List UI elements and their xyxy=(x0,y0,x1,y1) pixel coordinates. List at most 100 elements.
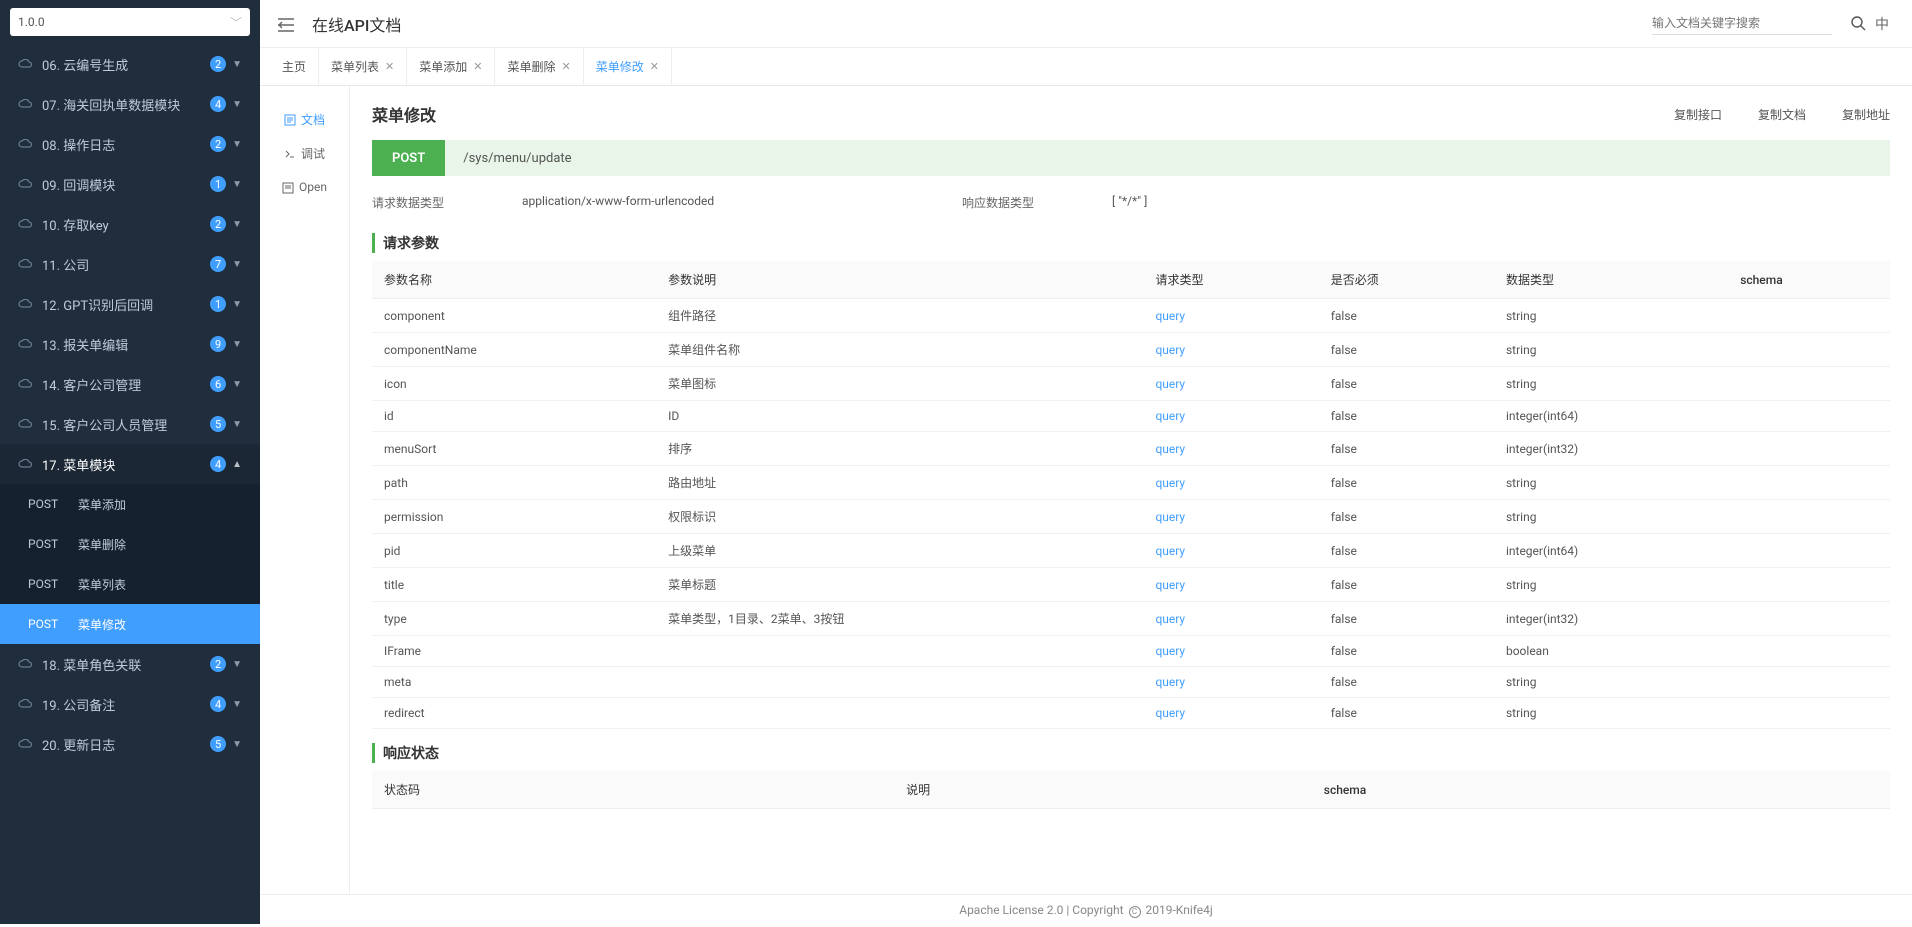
count-badge: 2 xyxy=(210,56,226,72)
count-badge: 1 xyxy=(210,176,226,192)
table-row: menuSort排序queryfalseinteger(int32) xyxy=(372,432,1890,466)
tab-label: 菜单删除 xyxy=(507,58,555,75)
nav-label: Open xyxy=(299,180,327,194)
close-icon[interactable]: ✕ xyxy=(473,60,482,73)
sidebar-sub-item[interactable]: POST菜单列表 xyxy=(0,564,260,604)
sidebar-item[interactable]: 10. 存取key2▼ xyxy=(0,204,260,244)
sidebar-item-label: 17. 菜单模块 xyxy=(42,455,210,474)
param-required: false xyxy=(1319,299,1494,333)
sidebar-item-label: 15. 客户公司人员管理 xyxy=(42,415,210,434)
copy-doc-button[interactable]: 复制文档 xyxy=(1758,106,1806,123)
sidebar-item[interactable]: 15. 客户公司人员管理5 ▼ xyxy=(0,404,260,444)
table-row: metaqueryfalsestring xyxy=(372,667,1890,698)
menu-collapse-icon[interactable] xyxy=(278,14,294,33)
sidebar-item-label: 18. 菜单角色关联 xyxy=(42,655,210,674)
language-button[interactable]: 中 xyxy=(1870,14,1894,34)
param-schema xyxy=(1728,636,1890,667)
doc-nav-item[interactable]: 文档 xyxy=(260,102,349,136)
sidebar-item[interactable]: 13. 报关单编辑9▼ xyxy=(0,324,260,364)
doc-nav-item[interactable]: Open xyxy=(260,170,349,204)
param-datatype: string xyxy=(1494,500,1728,534)
http-method-label: POST xyxy=(28,577,78,591)
param-reqtype: query xyxy=(1143,667,1318,698)
nav-label: 文档 xyxy=(301,111,325,128)
cloud-icon xyxy=(18,57,32,72)
sidebar-item[interactable]: 17. 菜单模块4▲ xyxy=(0,444,260,484)
param-required: false xyxy=(1319,636,1494,667)
param-schema xyxy=(1728,466,1890,500)
count-badge: 7 xyxy=(210,256,226,272)
count-badge: 2 xyxy=(210,216,226,232)
count-badge: 4 xyxy=(210,96,226,112)
version-value: 1.0.0 xyxy=(18,15,45,29)
sidebar-item[interactable]: 18. 菜单角色关联2▼ xyxy=(0,644,260,684)
res-type-label: 响应数据类型 xyxy=(962,194,1112,211)
search-icon[interactable] xyxy=(1846,16,1870,32)
table-header: schema xyxy=(1728,261,1890,299)
version-select[interactable]: 1.0.0 ﹀ xyxy=(10,8,250,36)
req-type-value: application/x-www-form-urlencoded xyxy=(522,194,962,211)
tab[interactable]: 菜单修改✕ xyxy=(584,48,672,86)
cloud-icon xyxy=(18,217,32,232)
sidebar-item[interactable]: 07. 海关回执单数据模块4▼ xyxy=(0,84,260,124)
close-icon[interactable]: ✕ xyxy=(650,60,659,73)
param-schema xyxy=(1728,500,1890,534)
chevron-down-icon: ▼ xyxy=(232,419,242,430)
param-datatype: string xyxy=(1494,466,1728,500)
close-icon[interactable]: ✕ xyxy=(385,60,394,73)
tab[interactable]: 菜单添加✕ xyxy=(407,48,495,86)
sidebar-item-label: 14. 客户公司管理 xyxy=(42,375,210,394)
sub-item-label: 菜单修改 xyxy=(78,616,126,633)
chevron-down-icon: ▼ xyxy=(232,379,242,390)
param-reqtype: query xyxy=(1143,500,1318,534)
tab[interactable]: 菜单列表✕ xyxy=(319,48,407,86)
sub-item-label: 菜单删除 xyxy=(78,536,126,553)
doc-nav-item[interactable]: 调试 xyxy=(260,136,349,170)
param-reqtype: query xyxy=(1143,401,1318,432)
main: 在线API文档 中 主页菜单列表✕菜单添加✕菜单删除✕菜单修改✕ 文档调试Ope… xyxy=(260,0,1912,924)
sub-item-label: 菜单列表 xyxy=(78,576,126,593)
count-badge: 5 xyxy=(210,736,226,752)
sidebar-item[interactable]: 12. GPT识别后回调1▼ xyxy=(0,284,260,324)
search-input-wrap xyxy=(1652,12,1832,35)
search-input[interactable] xyxy=(1652,16,1832,30)
tab[interactable]: 主页 xyxy=(270,48,319,86)
sidebar-item[interactable]: 08. 操作日志2▼ xyxy=(0,124,260,164)
param-schema xyxy=(1728,367,1890,401)
close-icon[interactable]: ✕ xyxy=(562,60,571,73)
page-title: 在线API文档 xyxy=(312,12,1652,36)
cloud-icon xyxy=(18,97,32,112)
sidebar-item[interactable]: 20. 更新日志5▼ xyxy=(0,724,260,764)
count-badge: 5 xyxy=(210,416,226,432)
table-row: pid上级菜单queryfalseinteger(int64) xyxy=(372,534,1890,568)
param-datatype: integer(int32) xyxy=(1494,432,1728,466)
chevron-down-icon: ▼ xyxy=(232,739,242,750)
param-reqtype: query xyxy=(1143,534,1318,568)
param-schema xyxy=(1728,568,1890,602)
sidebar-item[interactable]: 14. 客户公司管理6▼ xyxy=(0,364,260,404)
topbar: 在线API文档 中 xyxy=(260,0,1912,48)
sidebar-sub-item[interactable]: POST菜单删除 xyxy=(0,524,260,564)
param-reqtype: query xyxy=(1143,466,1318,500)
sidebar-item[interactable]: 11. 公司7▼ xyxy=(0,244,260,284)
sidebar-item-label: 12. GPT识别后回调 xyxy=(42,295,210,314)
cloud-icon xyxy=(18,297,32,312)
param-required: false xyxy=(1319,333,1494,367)
tab[interactable]: 菜单删除 ✕ xyxy=(495,48,583,86)
param-schema xyxy=(1728,667,1890,698)
param-required: false xyxy=(1319,534,1494,568)
sidebar-sub-item[interactable]: POST菜单添加 xyxy=(0,484,260,524)
param-name: IFrame xyxy=(372,636,656,667)
param-required: false xyxy=(1319,568,1494,602)
nav-icon xyxy=(284,112,296,126)
count-badge: 2 xyxy=(210,136,226,152)
table-header: 请求类型 xyxy=(1143,261,1318,299)
sidebar-item[interactable]: 06. 云编号生成2▼ xyxy=(0,44,260,84)
copy-api-button[interactable]: 复制接口 xyxy=(1674,106,1722,123)
sidebar-sub-item[interactable]: POST菜单修改 xyxy=(0,604,260,644)
count-badge: 1 xyxy=(210,296,226,312)
sidebar-item[interactable]: 09. 回调模块1▼ xyxy=(0,164,260,204)
copy-url-button[interactable]: 复制地址 xyxy=(1842,106,1890,123)
table-row: componentName菜单组件名称queryfalsestring xyxy=(372,333,1890,367)
sidebar-item[interactable]: 19. 公司备注4▼ xyxy=(0,684,260,724)
